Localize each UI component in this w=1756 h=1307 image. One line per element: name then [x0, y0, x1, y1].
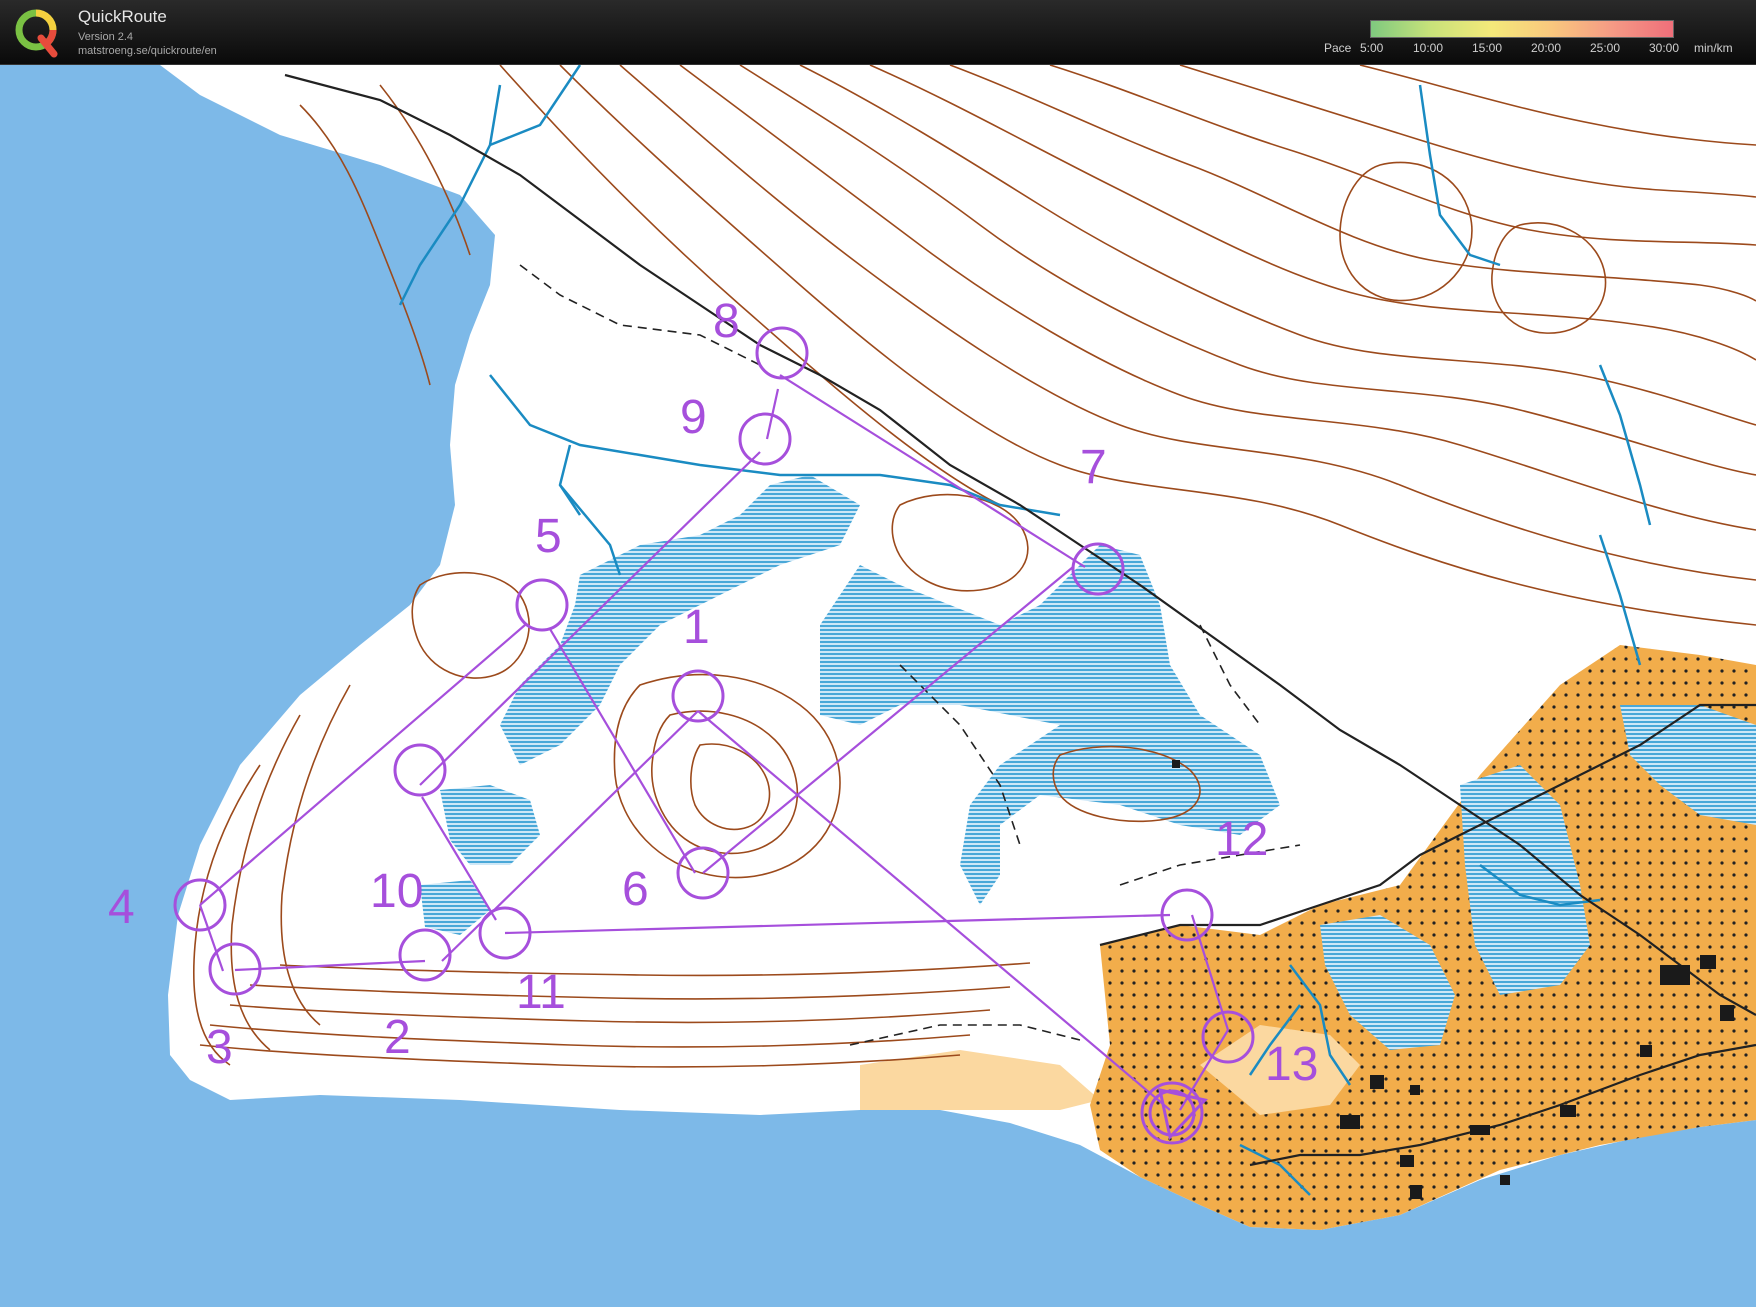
pace-label: Pace — [1324, 41, 1352, 55]
control-number-6: 6 — [622, 863, 649, 916]
pace-gradient-bar — [1370, 20, 1674, 38]
control-number-7: 7 — [1080, 441, 1107, 494]
quickroute-logo-icon — [15, 9, 58, 58]
control-number-13: 13 — [1265, 1038, 1318, 1091]
control-number-1: 1 — [683, 601, 710, 654]
orienteering-map[interactable]: 1 2 3 4 5 6 7 8 9 10 11 12 13 — [0, 65, 1756, 1307]
app-version: Version 2.4 — [78, 31, 134, 43]
control-number-9: 9 — [680, 391, 707, 444]
quickroute-window: QuickRoute Version 2.4 matstroeng.se/qui… — [0, 0, 1756, 1307]
title-bar: QuickRoute Version 2.4 matstroeng.se/qui… — [0, 0, 1756, 65]
control-number-12: 12 — [1215, 813, 1268, 866]
control-number-10: 10 — [370, 865, 423, 918]
app-url[interactable]: matstroeng.se/quickroute/en — [78, 45, 217, 57]
control-number-2: 2 — [384, 1011, 411, 1064]
pace-tick: 5:00 — [1360, 41, 1384, 55]
control-number-11: 11 — [516, 966, 566, 1019]
pace-tick: 10:00 — [1413, 41, 1444, 55]
pace-tick: 20:00 — [1531, 41, 1562, 55]
app-title: QuickRoute — [78, 7, 167, 26]
pace-unit: min/km — [1694, 41, 1733, 55]
control-number-8: 8 — [713, 295, 740, 348]
control-number-3: 3 — [206, 1021, 233, 1074]
control-number-4: 4 — [108, 881, 135, 934]
pace-legend: Pace 5:00 10:00 15:00 20:00 25:00 30:00 … — [1300, 8, 1750, 58]
pace-tick: 25:00 — [1590, 41, 1621, 55]
control-number-5: 5 — [535, 510, 562, 563]
pace-tick: 15:00 — [1472, 41, 1503, 55]
pace-tick: 30:00 — [1649, 41, 1680, 55]
